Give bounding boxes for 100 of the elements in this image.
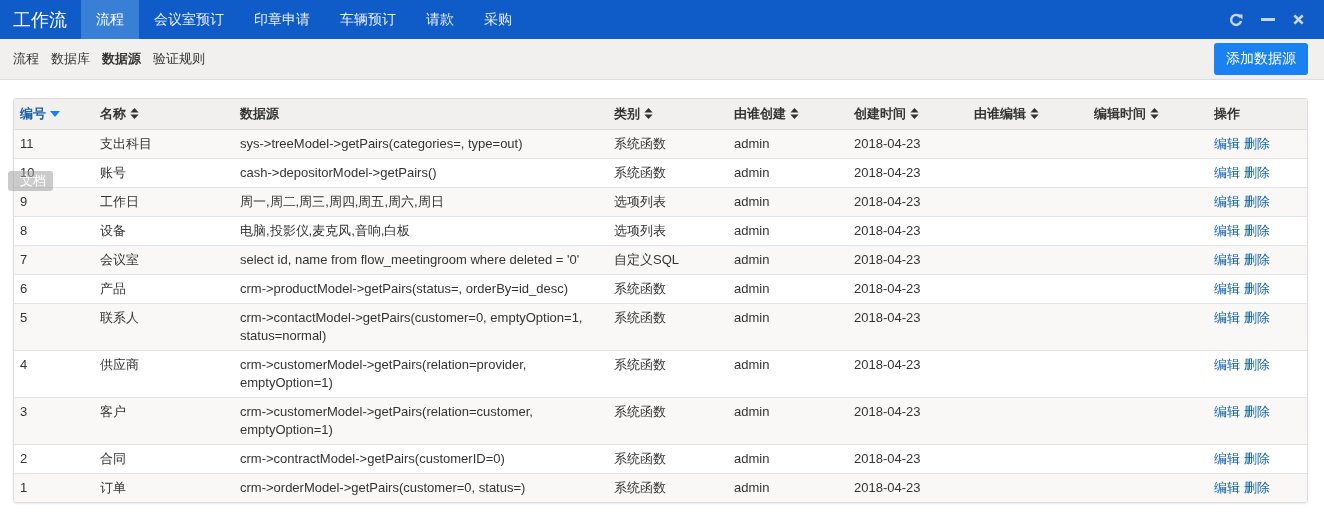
action-link[interactable]: 删除 (1244, 479, 1270, 495)
column-header[interactable]: 类别 (614, 104, 640, 123)
action-link[interactable]: 编辑 (1214, 193, 1240, 209)
table-cell: 客户 (100, 403, 126, 419)
nav-tab[interactable]: 流程 (81, 0, 139, 39)
sort-icon[interactable] (130, 108, 139, 120)
table-cell: admin (734, 251, 770, 267)
action-link[interactable]: 删除 (1244, 193, 1270, 209)
sort-icon[interactable] (910, 108, 919, 120)
table-cell: 选项列表 (614, 222, 666, 238)
table-cell: 会议室 (100, 251, 139, 267)
table-cell: 系统函数 (614, 356, 666, 372)
sub-nav-link[interactable]: 数据库 (51, 50, 90, 68)
action-link[interactable]: 编辑 (1214, 450, 1240, 466)
table-cell: 2018-04-23 (854, 309, 921, 325)
sort-icon[interactable] (790, 108, 799, 120)
action-link[interactable]: 删除 (1244, 164, 1270, 180)
table-cell: 1 (20, 479, 28, 495)
table-cell: crm->orderModel->getPairs(customer=0, status=) (240, 479, 526, 495)
table-cell: 2018-04-23 (854, 356, 921, 372)
table-cell: crm->customerModel->getPairs(relation=customer, emptyOption=1) (240, 403, 533, 437)
sort-icon[interactable] (644, 108, 653, 120)
sort-down-icon[interactable] (50, 110, 60, 117)
table-cell: crm->productModel->getPairs(status=, orderBy=id_desc) (240, 280, 569, 296)
table-cell: 设备 (100, 222, 126, 238)
table-cell: sys->treeModel->getPairs(categories=, type=out) (240, 135, 523, 151)
action-link[interactable]: 编辑 (1214, 164, 1240, 180)
table-cell: 6 (20, 280, 28, 296)
action-link[interactable]: 编辑 (1214, 309, 1240, 325)
table-cell: 选项列表 (614, 193, 666, 209)
table-cell: 系统函数 (614, 479, 666, 495)
table-cell: 系统函数 (614, 280, 666, 296)
table-cell: admin (734, 222, 770, 238)
sub-nav-link[interactable]: 流程 (13, 50, 39, 68)
table-cell: 系统函数 (614, 309, 666, 325)
action-link[interactable]: 删除 (1244, 450, 1270, 466)
nav-tab[interactable]: 车辆预订 (325, 0, 411, 39)
app-title: 工作流 (12, 8, 68, 32)
nav-tab[interactable]: 会议室预订 (139, 0, 239, 39)
table-cell: admin (734, 356, 770, 372)
table-cell: 供应商 (100, 356, 139, 372)
table-cell: 9 (20, 193, 28, 209)
table-cell: admin (734, 403, 770, 419)
table-cell: 2018-04-23 (854, 479, 921, 495)
table-cell: cash->depositorModel->getPairs() (240, 164, 437, 180)
table-cell: 2018-04-23 (854, 135, 921, 151)
action-link[interactable]: 删除 (1244, 309, 1270, 325)
action-link[interactable]: 删除 (1244, 135, 1270, 151)
action-link[interactable]: 编辑 (1214, 251, 1240, 267)
table-cell: 3 (20, 403, 28, 419)
table-cell: 联系人 (100, 309, 139, 325)
action-link[interactable]: 编辑 (1214, 280, 1240, 296)
table-cell: 系统函数 (614, 164, 666, 180)
action-link[interactable]: 编辑 (1214, 403, 1240, 419)
action-link[interactable]: 编辑 (1214, 479, 1240, 495)
table-cell: 2018-04-23 (854, 251, 921, 267)
action-link[interactable]: 编辑 (1214, 135, 1240, 151)
close-icon[interactable] (1293, 14, 1304, 25)
table-cell: 合同 (100, 450, 126, 466)
table-cell: 账号 (100, 164, 126, 180)
refresh-icon[interactable] (1229, 12, 1243, 27)
table-cell: 周一,周二,周三,周四,周五,周六,周日 (240, 193, 444, 209)
action-link[interactable]: 删除 (1244, 222, 1270, 238)
table-cell: select id, name from flow_meetingroom where deleted = '0' (240, 251, 580, 267)
minimize-icon[interactable] (1261, 17, 1275, 22)
sort-icon[interactable] (1030, 108, 1039, 120)
table-cell: 4 (20, 356, 28, 372)
action-link[interactable]: 删除 (1244, 280, 1270, 296)
table-cell: crm->contactModel->getPairs(customer=0, emptyOption=1, status=normal) (240, 309, 583, 343)
table-cell: 5 (20, 309, 28, 325)
table-cell: admin (734, 309, 770, 325)
nav-tab[interactable]: 采购 (469, 0, 527, 39)
action-link[interactable]: 编辑 (1214, 222, 1240, 238)
table-cell: 2 (20, 450, 28, 466)
table-cell: 2018-04-23 (854, 450, 921, 466)
table-cell: 工作日 (100, 193, 139, 209)
action-link[interactable]: 删除 (1244, 403, 1270, 419)
table-cell: admin (734, 193, 770, 209)
table-cell: 11 (20, 135, 34, 151)
action-link[interactable]: 删除 (1244, 251, 1270, 267)
column-header[interactable]: 名称 (100, 104, 126, 123)
table-cell: admin (734, 280, 770, 296)
sub-nav-link[interactable]: 验证规则 (153, 50, 205, 68)
table-cell: 2018-04-23 (854, 403, 921, 419)
nav-tab[interactable]: 印章申请 (239, 0, 325, 39)
column-header: 数据源 (240, 104, 279, 123)
action-link[interactable]: 编辑 (1214, 356, 1240, 372)
sort-icon[interactable] (1150, 108, 1159, 120)
table-cell: 2018-04-23 (854, 164, 921, 180)
table-cell: admin (734, 164, 770, 180)
table-cell: 系统函数 (614, 403, 666, 419)
table-cell: 2018-04-23 (854, 280, 921, 296)
sub-nav-link[interactable]: 数据源 (102, 50, 141, 68)
table-cell: 产品 (100, 280, 126, 296)
action-link[interactable]: 删除 (1244, 356, 1270, 372)
nav-tab[interactable]: 请款 (411, 0, 469, 39)
table-cell: crm->contractModel->getPairs(customerID=0) (240, 450, 505, 466)
table-cell: 支出科目 (100, 135, 152, 151)
add-data-source-button[interactable]: 添加数据源 (1214, 43, 1308, 75)
table-cell: 自定义SQL (614, 251, 679, 267)
